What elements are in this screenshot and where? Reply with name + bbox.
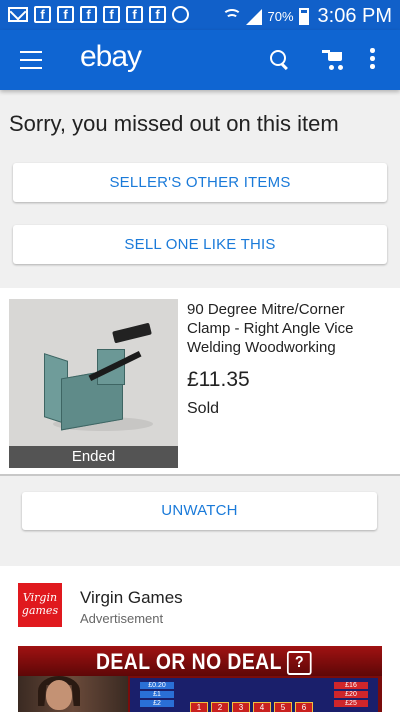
advertisement-card[interactable]: Virgin games Virgin Games Advertisement … [0, 566, 400, 712]
ended-label: Ended [9, 446, 178, 468]
page-title: Sorry, you missed out on this item [9, 111, 339, 136]
menu-icon[interactable] [20, 51, 42, 69]
alarm-icon [172, 6, 189, 23]
ebay-logo[interactable]: ebay [80, 40, 142, 74]
facebook-icon: f [34, 6, 51, 23]
advertisement-label: Advertisement [80, 611, 164, 626]
battery-percent: 70% [267, 9, 294, 24]
item-price: £11.35 [187, 368, 250, 391]
notification-icons: f f f f f f [8, 6, 189, 23]
facebook-icon: f [57, 6, 74, 23]
more-options-icon[interactable] [370, 48, 376, 70]
clock: 3:06 PM [317, 5, 392, 27]
search-icon[interactable] [270, 50, 290, 70]
facebook-icon: f [126, 6, 143, 23]
facebook-icon: f [103, 6, 120, 23]
item-status: Sold [187, 400, 220, 417]
battery-icon [298, 8, 309, 25]
status-bar: f f f f f f 70% 3:06 PM [0, 0, 400, 30]
sell-one-like-this-button[interactable]: SELL ONE LIKE THIS [13, 225, 387, 264]
facebook-icon: f [80, 6, 97, 23]
virgin-games-logo: Virgin games [18, 583, 62, 627]
board-left-values: £0.20 £1 £2 [140, 682, 174, 707]
ad-banner[interactable]: DEAL OR NO DEAL? £0.20 £1 £2 1 2 3 4 5 6… [18, 646, 382, 712]
item-image[interactable]: Ended [9, 299, 178, 468]
advertiser-name: Virgin Games [80, 588, 183, 607]
game-board: £0.20 £1 £2 1 2 3 4 5 6 £16 £20 £25 [130, 678, 378, 712]
button-label: SELL ONE LIKE THIS [124, 236, 276, 253]
banner-title: DEAL OR NO DEAL? [96, 649, 312, 675]
signal-icon [246, 8, 263, 25]
button-label: UNWATCH [161, 502, 238, 519]
cart-icon[interactable] [322, 48, 348, 72]
facebook-icon: f [149, 6, 166, 23]
button-label: SELLER'S OTHER ITEMS [109, 174, 291, 191]
app-bar: ebay [0, 30, 400, 90]
mail-icon [8, 7, 28, 22]
question-badge: ? [287, 651, 312, 675]
unwatch-button[interactable]: UNWATCH [22, 492, 377, 530]
wifi-icon [222, 8, 243, 25]
board-boxes: 1 2 3 4 5 6 [190, 702, 313, 712]
item-title[interactable]: 90 Degree Mitre/Corner Clamp - Right Ang… [187, 300, 392, 357]
sellers-other-items-button[interactable]: SELLER'S OTHER ITEMS [13, 163, 387, 202]
board-right-values: £16 £20 £25 [334, 682, 368, 707]
status-right: 70% 3:06 PM [222, 5, 392, 28]
